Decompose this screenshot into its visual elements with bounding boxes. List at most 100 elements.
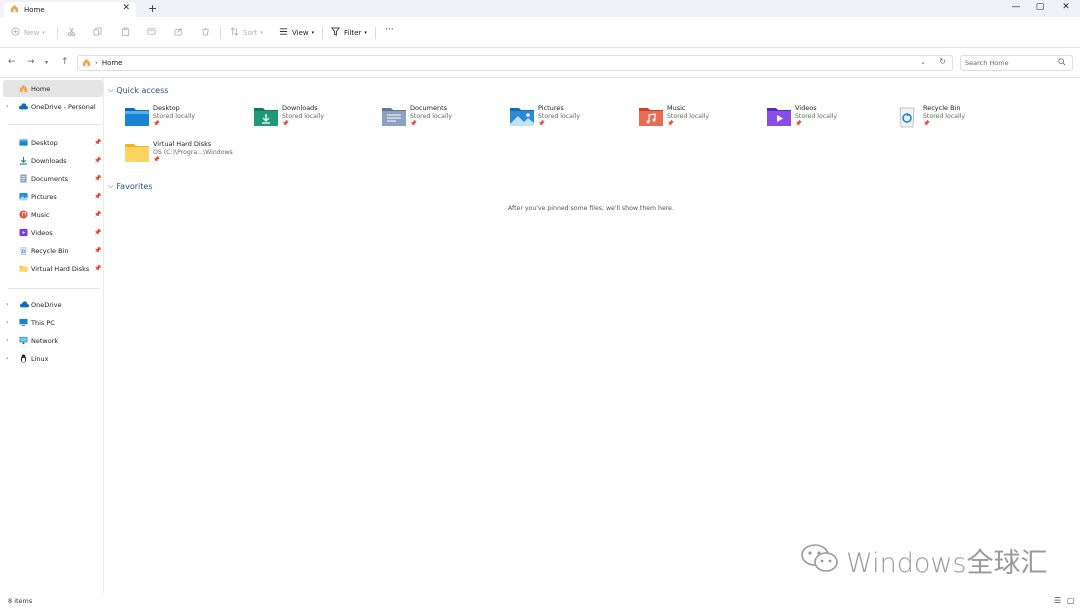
item-status: Stored locally xyxy=(153,113,196,120)
quick-access-item-music[interactable]: Music Stored locally 📌 xyxy=(639,104,759,134)
quick-access-item-desktop[interactable]: Desktop Stored locally 📌 xyxy=(125,104,245,134)
pin-icon: 📌 xyxy=(282,121,289,127)
refresh-icon[interactable]: ↻ xyxy=(939,57,946,66)
close-window-button[interactable]: ✕ xyxy=(1059,2,1073,12)
chevron-right-icon[interactable]: › xyxy=(6,355,8,362)
chevron-right-icon[interactable]: › xyxy=(6,337,8,344)
sidebar-item-videos[interactable]: Videos 📌 xyxy=(0,224,104,241)
view-icon xyxy=(279,27,288,38)
sidebar-item-home[interactable]: Home xyxy=(3,80,103,97)
back-arrow-icon[interactable]: ← xyxy=(8,57,16,67)
delete-icon[interactable] xyxy=(201,27,210,36)
sidebar-item-onedrive[interactable]: › OneDrive xyxy=(0,296,104,313)
favorites-header[interactable]: ⌵ Favorites xyxy=(108,182,152,191)
quick-access-header[interactable]: ⌵ Quick access xyxy=(108,86,168,95)
item-name: Pictures xyxy=(538,104,564,112)
quick-access-item-documents[interactable]: Documents Stored locally 📌 xyxy=(382,104,502,134)
item-name: Videos xyxy=(795,104,817,112)
pin-icon[interactable]: 📌 xyxy=(94,211,101,218)
pin-icon: 📌 xyxy=(410,121,417,127)
item-path: OS (C:)\Progra...\Windows xyxy=(153,149,233,156)
documents-folder-icon xyxy=(382,106,406,126)
maximize-button[interactable]: ▢ xyxy=(1033,2,1047,12)
forward-arrow-icon[interactable]: → xyxy=(27,57,35,67)
share-icon[interactable] xyxy=(174,27,183,36)
pin-icon[interactable]: 📌 xyxy=(94,247,101,254)
download-icon xyxy=(19,156,28,165)
tab-home[interactable]: Home ✕ xyxy=(4,2,136,17)
search-input[interactable] xyxy=(965,59,1055,67)
recent-locations-chevron-icon[interactable]: ▾ xyxy=(45,59,48,66)
filter-icon xyxy=(331,27,340,38)
search-icon xyxy=(1058,58,1066,68)
sidebar-item-linux[interactable]: › Linux xyxy=(0,350,104,367)
pin-icon[interactable]: 📌 xyxy=(94,265,101,272)
sidebar-item-label: Recycle Bin xyxy=(31,246,69,255)
sidebar-item-virtual-hard-disks[interactable]: Virtual Hard Disks 📌 xyxy=(0,260,104,277)
sidebar-item-label: Pictures xyxy=(31,192,57,201)
item-status: Stored locally xyxy=(795,113,838,120)
address-history-chevron-icon[interactable]: ⌄ xyxy=(920,58,926,66)
quick-access-item-videos[interactable]: Videos Stored locally 📌 xyxy=(767,104,887,134)
sidebar-item-pictures[interactable]: Pictures 📌 xyxy=(0,188,104,205)
sidebar-divider xyxy=(8,288,100,289)
new-button[interactable]: New ▾ xyxy=(11,27,45,38)
chevron-right-icon[interactable]: › xyxy=(6,301,8,308)
toolbar-divider xyxy=(375,27,376,39)
sidebar-item-recycle-bin[interactable]: Recycle Bin 📌 xyxy=(0,242,104,259)
item-name: Desktop xyxy=(153,104,180,112)
cloud-icon xyxy=(18,102,28,111)
new-label: New xyxy=(24,28,40,37)
copy-icon[interactable] xyxy=(93,27,102,36)
paste-icon[interactable] xyxy=(121,27,130,36)
sort-button[interactable]: Sort ▾ xyxy=(230,27,263,38)
item-name: Virtual Hard Disks xyxy=(153,140,212,148)
sidebar-item-documents[interactable]: Documents 📌 xyxy=(0,170,104,187)
sidebar-item-desktop[interactable]: Desktop 📌 xyxy=(0,134,104,151)
pin-icon: 📌 xyxy=(923,121,930,127)
navigation-bar: ← → ▾ ↑ › Home ⌄ ↻ xyxy=(0,48,1080,78)
tab-label: Home xyxy=(24,5,45,14)
address-bar[interactable]: › Home ⌄ ↻ xyxy=(77,55,953,71)
item-status: Stored locally xyxy=(282,113,325,120)
section-title: Quick access xyxy=(116,86,169,95)
chevron-down-icon: ⌵ xyxy=(108,86,114,94)
new-tab-button[interactable]: + xyxy=(148,2,157,15)
quick-access-item-pictures[interactable]: Pictures Stored locally 📌 xyxy=(510,104,630,134)
details-view-icon[interactable]: ☰ xyxy=(1054,596,1061,605)
breadcrumb-home[interactable]: Home xyxy=(102,59,123,67)
up-arrow-icon[interactable]: ↑ xyxy=(61,57,69,67)
quick-access-item-virtual-hard-disks[interactable]: Virtual Hard Disks OS (C:)\Progra...\Win… xyxy=(125,140,245,170)
tab-bar: Home ✕ + — ▢ ✕ xyxy=(0,0,1080,17)
chevron-right-icon[interactable]: › xyxy=(6,319,8,326)
filter-button[interactable]: Filter ▾ xyxy=(331,27,367,38)
pin-icon[interactable]: 📌 xyxy=(94,139,101,146)
home-icon xyxy=(82,58,91,69)
chevron-down-icon: ▾ xyxy=(42,29,45,36)
view-label: View xyxy=(292,28,309,37)
sidebar-item-onedrive-personal[interactable]: › OneDrive - Personal xyxy=(0,98,104,115)
tiles-view-icon[interactable]: ▢ xyxy=(1067,596,1075,605)
pin-icon[interactable]: 📌 xyxy=(94,175,101,182)
minimize-button[interactable]: — xyxy=(1009,2,1023,12)
cut-icon[interactable] xyxy=(67,27,76,36)
pin-icon[interactable]: 📌 xyxy=(94,229,101,236)
close-tab-icon[interactable]: ✕ xyxy=(122,3,130,13)
search-box[interactable] xyxy=(960,55,1073,71)
quick-access-item-recycle-bin[interactable]: Recycle Bin Stored locally 📌 xyxy=(895,104,1015,134)
sidebar-item-downloads[interactable]: Downloads 📌 xyxy=(0,152,104,169)
pin-icon[interactable]: 📌 xyxy=(94,157,101,164)
sidebar-item-network[interactable]: › Network xyxy=(0,332,104,349)
item-name: Downloads xyxy=(282,104,318,112)
rename-icon[interactable] xyxy=(147,27,156,36)
sidebar-item-this-pc[interactable]: › This PC xyxy=(0,314,104,331)
more-options-button[interactable]: ··· xyxy=(385,25,394,35)
chevron-right-icon[interactable]: › xyxy=(6,103,8,110)
quick-access-item-downloads[interactable]: Downloads Stored locally 📌 xyxy=(254,104,374,134)
pictures-folder-icon xyxy=(510,106,534,126)
watermark: Windows全球汇 xyxy=(800,543,1048,579)
pin-icon[interactable]: 📌 xyxy=(94,193,101,200)
view-button[interactable]: View ▾ xyxy=(279,27,314,38)
music-folder-icon xyxy=(639,106,663,126)
item-status: Stored locally xyxy=(667,113,710,120)
